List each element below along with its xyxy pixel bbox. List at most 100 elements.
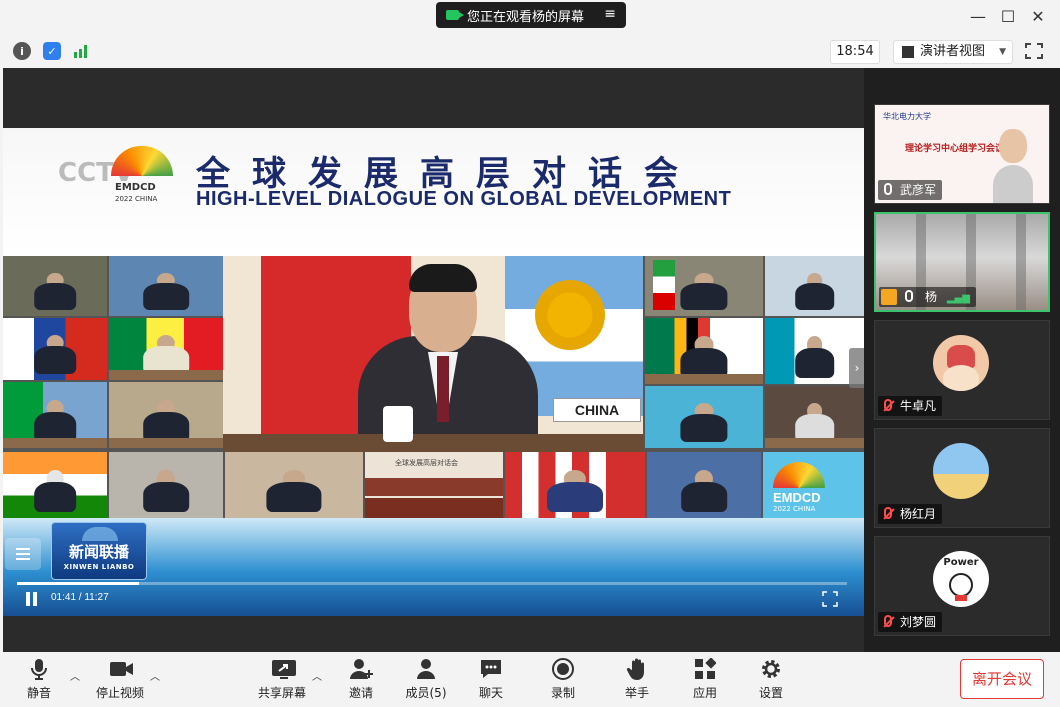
event-logo-tile: EMDCD 2022 CHINA bbox=[763, 452, 864, 518]
minimize-button[interactable]: — bbox=[968, 8, 988, 26]
meeting-window: 您正在观看杨的屏幕 ≡ — ☐ ✕ i ✓ 18:54 演讲者视图 ▼ CCTV… bbox=[0, 0, 1060, 707]
video-tile bbox=[109, 452, 223, 518]
video-tile bbox=[645, 386, 763, 448]
participant-video-panel: 华北电力大学 理论学习中心组学习会议 武彦军 杨 ▂▄▆ 牛卓凡 杨红月 Pow… bbox=[864, 68, 1060, 652]
news-program-logo: 新闻联播 XINWEN LIANBO bbox=[51, 522, 147, 580]
participant-tile[interactable]: 杨 ▂▄▆ bbox=[874, 212, 1050, 312]
event-banner: CCTV EMDCD 2022 CHINA 全球发展高层对话会 HIGH-LEV… bbox=[3, 128, 864, 256]
participant-name: 牛卓凡 bbox=[900, 399, 937, 413]
chevron-right-icon[interactable]: › bbox=[849, 348, 865, 388]
participant-tile[interactable]: 杨红月 bbox=[874, 428, 1050, 528]
participant-name-tag: 杨 ▂▄▆ bbox=[879, 287, 976, 307]
university-logo-text: 华北电力大学 bbox=[883, 112, 931, 121]
event-logo-text: EMDCD bbox=[773, 490, 821, 505]
members-button[interactable]: 成员(5) bbox=[404, 656, 448, 704]
chevron-up-icon[interactable]: ︿ bbox=[70, 668, 80, 683]
share-screen-icon bbox=[271, 658, 296, 680]
leave-meeting-button[interactable]: 离开会议 bbox=[960, 659, 1044, 699]
microphone-muted-icon bbox=[884, 615, 892, 627]
speaker-hair bbox=[409, 264, 477, 292]
avatar: Power bbox=[933, 551, 989, 607]
microphone-icon bbox=[905, 290, 913, 302]
video-tile bbox=[645, 318, 763, 384]
host-icon bbox=[881, 289, 897, 305]
avatar bbox=[933, 335, 989, 391]
tea-cup bbox=[383, 406, 413, 442]
apps-button[interactable]: 应用 bbox=[690, 656, 720, 704]
share-screen-button[interactable]: 共享屏幕 bbox=[256, 656, 308, 704]
microphone-muted-icon bbox=[884, 399, 892, 411]
flag-sun-emblem bbox=[535, 280, 605, 350]
participant-name: 杨红月 bbox=[900, 507, 937, 521]
progress-fill bbox=[17, 582, 139, 585]
chevron-up-icon[interactable]: ︿ bbox=[312, 668, 322, 683]
avatar bbox=[933, 443, 989, 499]
participant-name-tag: 武彦军 bbox=[878, 180, 943, 200]
menu-icon[interactable]: ≡ bbox=[604, 6, 616, 22]
info-icon[interactable]: i bbox=[13, 42, 31, 60]
video-tile bbox=[3, 318, 107, 380]
playback-progress-bar[interactable] bbox=[17, 582, 847, 585]
close-button[interactable]: ✕ bbox=[1028, 8, 1048, 26]
player-fullscreen-icon[interactable] bbox=[822, 591, 838, 607]
participant-tile[interactable]: Power 刘梦圆 bbox=[874, 536, 1050, 636]
participant-name-tag: 牛卓凡 bbox=[878, 396, 943, 416]
raise-hand-button[interactable]: 举手 bbox=[622, 656, 652, 704]
shared-screen[interactable]: CCTV EMDCD 2022 CHINA 全球发展高层对话会 HIGH-LEV… bbox=[3, 68, 865, 652]
layout-icon bbox=[902, 46, 914, 58]
settings-button[interactable]: 设置 bbox=[756, 656, 786, 704]
participant-tile[interactable]: 牛卓凡 bbox=[874, 320, 1050, 420]
apps-icon bbox=[694, 657, 717, 680]
player-menu-icon[interactable] bbox=[5, 538, 41, 570]
chat-label: 聊天 bbox=[478, 686, 503, 700]
video-tile bbox=[109, 256, 223, 316]
record-button[interactable]: 录制 bbox=[548, 656, 578, 704]
participant-name-tag: 刘梦圆 bbox=[878, 612, 943, 632]
mini-banner-text: 全球发展高层对话会 bbox=[395, 459, 458, 467]
video-tile bbox=[225, 452, 363, 518]
users-icon bbox=[415, 658, 437, 680]
banner-title-en: HIGH-LEVEL DIALOGUE ON GLOBAL DEVELOPMEN… bbox=[196, 188, 732, 210]
video-tile bbox=[647, 452, 761, 518]
meeting-toolbar: 静音 ︿ 停止视频 ︿ 共享屏幕 ︿ 邀请 成员(5) 聊天 录制 举手 应用 … bbox=[0, 652, 1060, 707]
mute-label: 静音 bbox=[26, 686, 51, 700]
microphone-icon bbox=[28, 658, 50, 680]
chevron-up-icon[interactable]: ︿ bbox=[150, 668, 160, 683]
desk bbox=[223, 434, 643, 452]
video-camera-icon bbox=[446, 10, 464, 20]
chat-button[interactable]: 聊天 bbox=[476, 656, 506, 704]
title-bar: 您正在观看杨的屏幕 ≡ — ☐ ✕ bbox=[0, 0, 1060, 34]
event-logo-sub: 2022 CHINA bbox=[773, 505, 816, 513]
participant-person bbox=[993, 129, 1033, 203]
video-tile: 全球发展高层对话会 bbox=[365, 452, 503, 518]
participant-tile[interactable]: 华北电力大学 理论学习中心组学习会议 武彦军 bbox=[874, 104, 1050, 204]
participant-name: 刘梦圆 bbox=[900, 615, 937, 629]
maximize-button[interactable]: ☐ bbox=[998, 8, 1018, 26]
record-icon bbox=[552, 658, 574, 680]
chevron-down-icon: ▼ bbox=[999, 47, 1006, 57]
mute-button[interactable]: 静音 bbox=[22, 656, 56, 704]
shield-icon[interactable]: ✓ bbox=[43, 42, 61, 60]
invite-button[interactable]: 邀请 bbox=[346, 656, 376, 704]
window-pane bbox=[1016, 214, 1026, 310]
stop-video-button[interactable]: 停止视频 bbox=[94, 656, 146, 704]
chat-icon bbox=[480, 658, 502, 680]
event-logo-fan bbox=[773, 462, 825, 488]
participant-name-tag: 杨红月 bbox=[878, 504, 943, 524]
pause-icon[interactable] bbox=[25, 592, 39, 606]
video-camera-icon bbox=[109, 658, 133, 680]
screen-share-notice[interactable]: 您正在观看杨的屏幕 ≡ bbox=[436, 2, 626, 28]
participant-name: 杨 bbox=[925, 290, 938, 304]
meeting-clock: 18:54 bbox=[830, 40, 880, 64]
video-tile bbox=[109, 382, 223, 448]
news-logo-en: XINWEN LIANBO bbox=[63, 563, 135, 571]
player-controls: 01:41 / 11:27 bbox=[3, 582, 864, 614]
raise-hand-label: 举手 bbox=[624, 686, 649, 700]
view-mode-select[interactable]: 演讲者视图 ▼ bbox=[893, 40, 1013, 64]
members-label: 成员(5) bbox=[405, 686, 447, 700]
fullscreen-icon[interactable] bbox=[1024, 42, 1044, 60]
video-tile bbox=[3, 452, 107, 518]
video-tile bbox=[645, 256, 763, 316]
signal-strength-icon[interactable] bbox=[72, 42, 90, 60]
microphone-muted-icon bbox=[884, 507, 892, 519]
